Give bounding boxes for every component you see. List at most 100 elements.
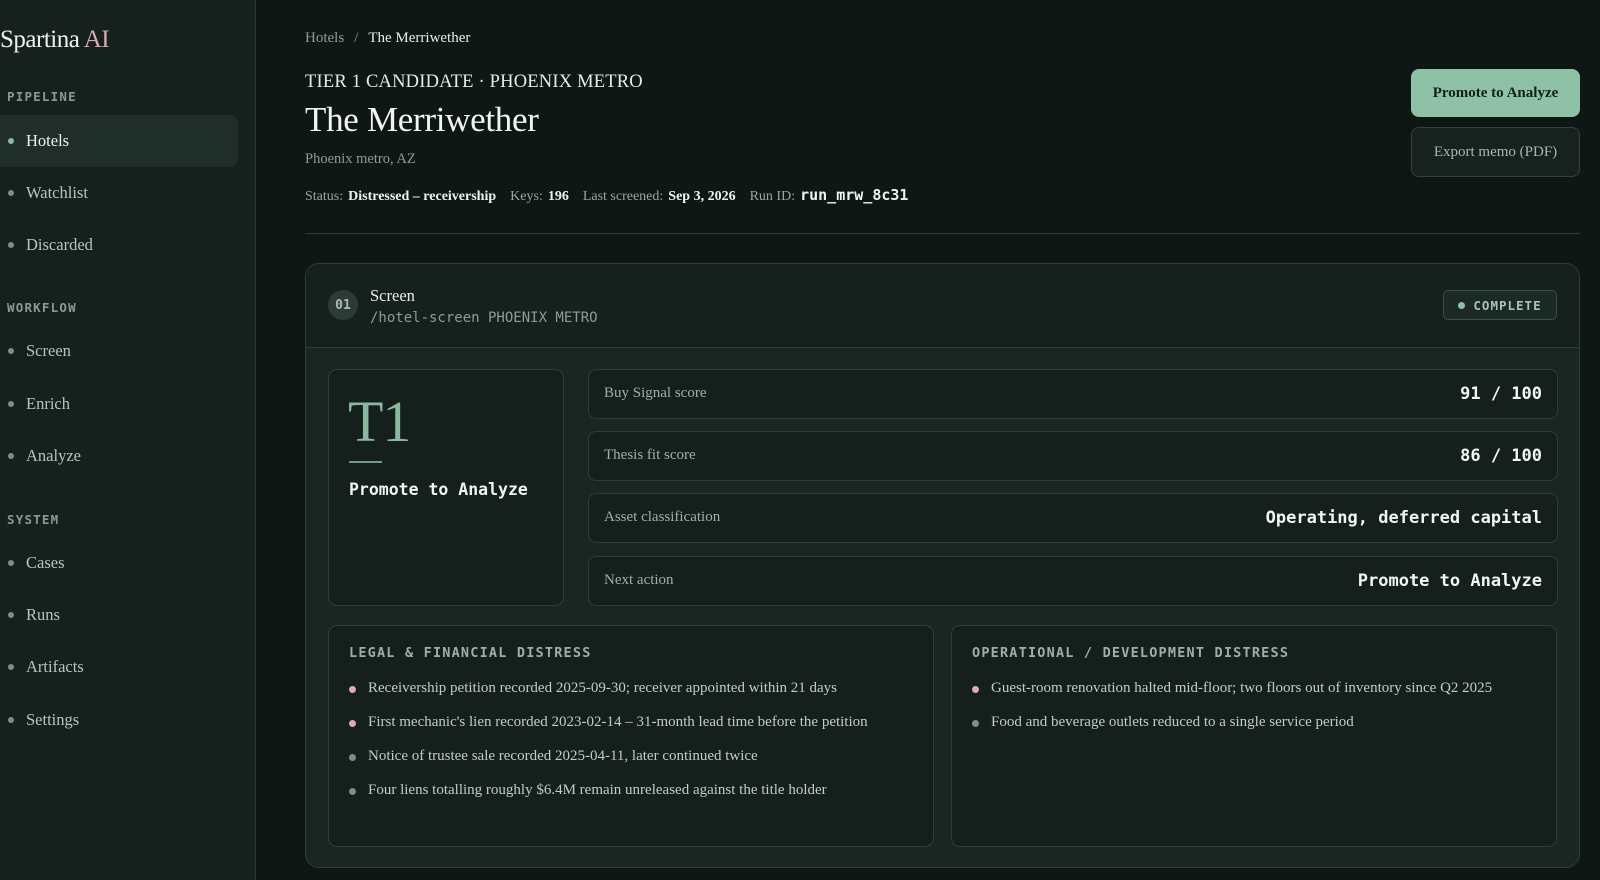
list-item-text: Receivership petition recorded 2025-09-3… <box>368 680 838 696</box>
sidebar-item-cases[interactable]: Cases <box>0 537 238 589</box>
meta-screened-value: Sep 3, 2026 <box>668 189 736 204</box>
meta-run: Run ID: run_mrw_8c31 <box>750 186 909 205</box>
meta-keys-value: 196 <box>547 189 569 204</box>
nav-dot-icon <box>8 242 14 248</box>
legal-distress-list: Receivership petition recorded 2025-09-3… <box>349 677 913 813</box>
sidebar-item-analyze[interactable]: Analyze <box>0 430 238 482</box>
step-number: 01 <box>328 290 358 320</box>
promote-to-analyze-button[interactable]: Promote to Analyze <box>1411 69 1580 117</box>
page-title: The Merriwether <box>305 100 539 139</box>
metric-next-action: Next action Promote to Analyze <box>588 556 1558 606</box>
sidebar-item-label: Settings <box>26 710 80 729</box>
sidebar-item-label: Runs <box>26 605 60 624</box>
sidebar-item-artifacts[interactable]: Artifacts <box>0 641 238 693</box>
tier-rule <box>349 461 382 463</box>
sidebar: Spartina AI PIPELINE Hotels Watchlist Di… <box>0 0 256 880</box>
sidebar-item-label: Analyze <box>26 446 81 465</box>
meta-screened: Last screened: Sep 3, 2026 <box>583 189 736 205</box>
metric-value: 91 / 100 <box>1460 384 1542 404</box>
section-label-workflow: WORKFLOW <box>7 300 77 315</box>
metric-label: Asset classification <box>604 509 721 525</box>
metric-thesis-fit: Thesis fit score 86 / 100 <box>588 431 1558 481</box>
sidebar-item-label: Enrich <box>26 394 70 413</box>
brand-name: Spartina <box>0 26 80 53</box>
export-memo-button[interactable]: Export memo (PDF) <box>1411 127 1580 177</box>
bullet-icon <box>349 788 356 795</box>
breadcrumb-current: The Merriwether <box>368 30 471 46</box>
main-content: Hotels / The Merriwether TIER 1 CANDIDAT… <box>305 0 1580 880</box>
bullet-icon <box>349 754 356 761</box>
nav-dot-icon <box>8 348 14 354</box>
section-label-system: SYSTEM <box>7 512 60 527</box>
metric-value: Operating, deferred capital <box>1265 508 1542 528</box>
status-badge: COMPLETE <box>1443 290 1557 320</box>
bullet-icon <box>972 720 979 727</box>
sidebar-item-watchlist[interactable]: Watchlist <box>0 167 238 219</box>
sidebar-item-hotels[interactable]: Hotels <box>0 115 238 167</box>
sidebar-item-settings[interactable]: Settings <box>0 694 238 746</box>
list-item: First mechanic's lien recorded 2023-02-1… <box>349 711 913 734</box>
list-item-text: Four liens totalling roughly $6.4M remai… <box>368 782 827 798</box>
bullet-icon <box>349 686 356 693</box>
meta-status-value: Distressed – receivership <box>348 189 497 204</box>
sidebar-item-label: Watchlist <box>26 183 88 202</box>
meta-run-value: run_mrw_8c31 <box>800 186 909 204</box>
tier-label: T1 <box>348 389 411 454</box>
step-command: /hotel-screen PHOENIX METRO <box>370 310 598 326</box>
status-badge-label: COMPLETE <box>1473 297 1542 313</box>
header-divider <box>305 233 1580 234</box>
nav-dot-icon <box>8 138 14 144</box>
metric-buy-signal: Buy Signal score 91 / 100 <box>588 369 1558 419</box>
meta-keys-label: Keys: <box>510 189 543 204</box>
breadcrumb-separator: / <box>354 30 359 46</box>
list-item: Guest-room renovation halted mid-floor; … <box>972 677 1536 700</box>
tier-panel: T1 Promote to Analyze <box>328 369 564 606</box>
page-location: Phoenix metro, AZ <box>305 151 416 167</box>
step-header: 01 Screen /hotel-screen PHOENIX METRO CO… <box>306 264 1579 348</box>
page-eyebrow: TIER 1 CANDIDATE · PHOENIX METRO <box>305 72 643 92</box>
list-item: Four liens totalling roughly $6.4M remai… <box>349 779 913 802</box>
list-item-text: Notice of trustee sale recorded 2025-04-… <box>368 748 758 764</box>
sidebar-item-discarded[interactable]: Discarded <box>0 219 238 271</box>
sidebar-item-label: Discarded <box>26 235 93 254</box>
legal-distress-title: LEGAL & FINANCIAL DISTRESS <box>349 645 592 661</box>
sidebar-item-label: Cases <box>26 553 65 572</box>
operational-distress-list: Guest-room renovation halted mid-floor; … <box>972 677 1536 745</box>
sidebar-item-label: Screen <box>26 341 71 360</box>
metric-value: 86 / 100 <box>1460 446 1542 466</box>
breadcrumb-parent[interactable]: Hotels <box>305 30 344 47</box>
metric-asset-classification: Asset classification Operating, deferred… <box>588 493 1558 543</box>
meta-row: Status: Distressed – receivership Keys: 19… <box>305 186 908 205</box>
metric-label: Thesis fit score <box>604 447 696 463</box>
meta-screened-label: Last screened: <box>582 189 664 204</box>
metric-label: Buy Signal score <box>604 385 707 401</box>
meta-status: Status: Distressed – receivership <box>305 189 496 205</box>
nav-dot-icon <box>8 401 14 407</box>
nav-dot-icon <box>8 664 14 670</box>
legal-distress-panel: LEGAL & FINANCIAL DISTRESS Receivership … <box>328 625 934 847</box>
nav-dot-icon <box>8 560 14 566</box>
list-item-text: Food and beverage outlets reduced to a s… <box>991 714 1354 730</box>
operational-distress-panel: OPERATIONAL / DEVELOPMENT DISTRESS Guest… <box>951 625 1557 847</box>
sidebar-item-label: Hotels <box>26 131 70 150</box>
list-item-text: Guest-room renovation halted mid-floor; … <box>991 680 1493 696</box>
list-item: Food and beverage outlets reduced to a s… <box>972 711 1536 734</box>
sidebar-item-runs[interactable]: Runs <box>0 589 238 641</box>
metric-label: Next action <box>604 572 674 588</box>
operational-distress-title: OPERATIONAL / DEVELOPMENT DISTRESS <box>972 645 1290 661</box>
nav-dot-icon <box>8 612 14 618</box>
sidebar-item-label: Artifacts <box>26 657 84 676</box>
nav-dot-icon <box>8 190 14 196</box>
nav-dot-icon <box>8 453 14 459</box>
list-item: Notice of trustee sale recorded 2025-04-… <box>349 745 913 768</box>
bullet-icon <box>972 686 979 693</box>
screen-step-card: 01 Screen /hotel-screen PHOENIX METRO CO… <box>305 263 1580 868</box>
brand-suffix: AI <box>83 26 110 53</box>
sidebar-item-screen[interactable]: Screen <box>0 325 238 377</box>
tier-action: Promote to Analyze <box>349 480 528 499</box>
list-item: Receivership petition recorded 2025-09-3… <box>349 677 913 700</box>
app-logo[interactable]: Spartina AI <box>0 26 110 54</box>
list-item-text: First mechanic's lien recorded 2023-02-1… <box>368 714 868 730</box>
breadcrumb: Hotels / The Merriwether <box>305 30 470 47</box>
sidebar-item-enrich[interactable]: Enrich <box>0 378 238 430</box>
